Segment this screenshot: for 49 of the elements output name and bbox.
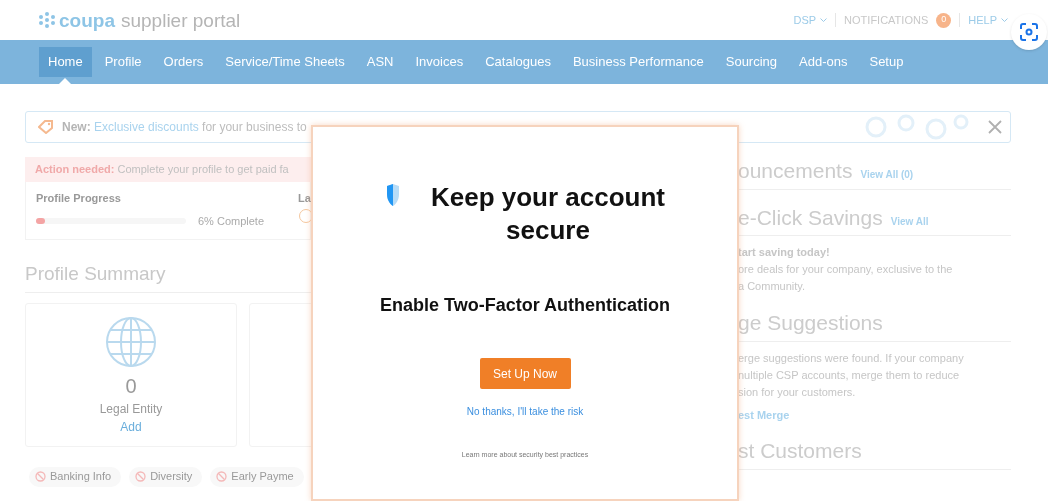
globe-icon (105, 315, 157, 368)
nav-tab[interactable]: Business Performance (563, 47, 713, 77)
blocked-icon (216, 471, 228, 482)
blocked-icon (35, 471, 46, 482)
add-link[interactable]: Add (120, 417, 142, 436)
nav-tab[interactable]: Setup (860, 47, 913, 77)
close-icon (988, 120, 1002, 134)
caret-icon (820, 17, 828, 23)
view-all-link[interactable]: View All (0) (860, 167, 914, 182)
decline-link[interactable]: No thanks, I'll take the risk (466, 404, 584, 419)
nav-tab[interactable]: Catalogues (476, 47, 560, 77)
lens-button[interactable] (1011, 14, 1047, 50)
nav-tab[interactable]: Invoices (406, 47, 473, 77)
progress-label: Profile Progress (36, 191, 121, 206)
dialog-title: Keep your account secure (429, 181, 667, 247)
status-tag: Banking Info (29, 466, 122, 487)
setup-button[interactable]: Set Up Now (479, 358, 571, 389)
column-label: La (298, 191, 311, 206)
nav-tab[interactable]: Orders (154, 47, 213, 77)
action-text: Action needed: Complete your profile to get paid fa (35, 162, 289, 178)
nav-tab[interactable]: Add-ons (790, 47, 857, 77)
blocked-icon (135, 471, 147, 482)
header-menu[interactable]: HELP (968, 11, 1008, 29)
camera-scan-icon (1019, 22, 1039, 42)
dialog-subtitle: Enable Two-Factor Authentication (380, 294, 670, 317)
tag-icon (38, 120, 54, 134)
status-tag: Diversity (129, 466, 203, 487)
progress-reading: 6% Complete (198, 213, 265, 229)
banner-link[interactable]: Exclusive discounts (94, 120, 199, 134)
nav-tab[interactable]: Home (39, 47, 92, 77)
status-tag: Early Payme (210, 466, 304, 487)
nav-tab[interactable]: Sourcing (716, 47, 787, 77)
caret-icon (1001, 17, 1008, 23)
nav-tab[interactable]: ASN (357, 47, 403, 77)
nav-tab[interactable]: Service/Time Sheets (216, 47, 354, 77)
notification-badge: 0 (936, 12, 952, 28)
card-label: Legal Entity (99, 400, 163, 418)
nav-tab[interactable]: Profile (95, 47, 151, 77)
body-text: tart saving today! (738, 245, 831, 260)
logo-icon (37, 11, 57, 29)
logo-text: supplier portal (120, 10, 241, 30)
banner-text: New: Exclusive discounts for your business to (62, 119, 307, 136)
merge-link[interactable]: est Merge (738, 406, 1011, 423)
header-menu[interactable]: DSP (793, 11, 828, 29)
logo-text: coupa (59, 10, 115, 30)
shield-icon (387, 184, 399, 206)
tab-pointer (59, 78, 72, 84)
card-count: 0 (125, 375, 137, 396)
view-all-link[interactable]: View All (890, 213, 929, 229)
